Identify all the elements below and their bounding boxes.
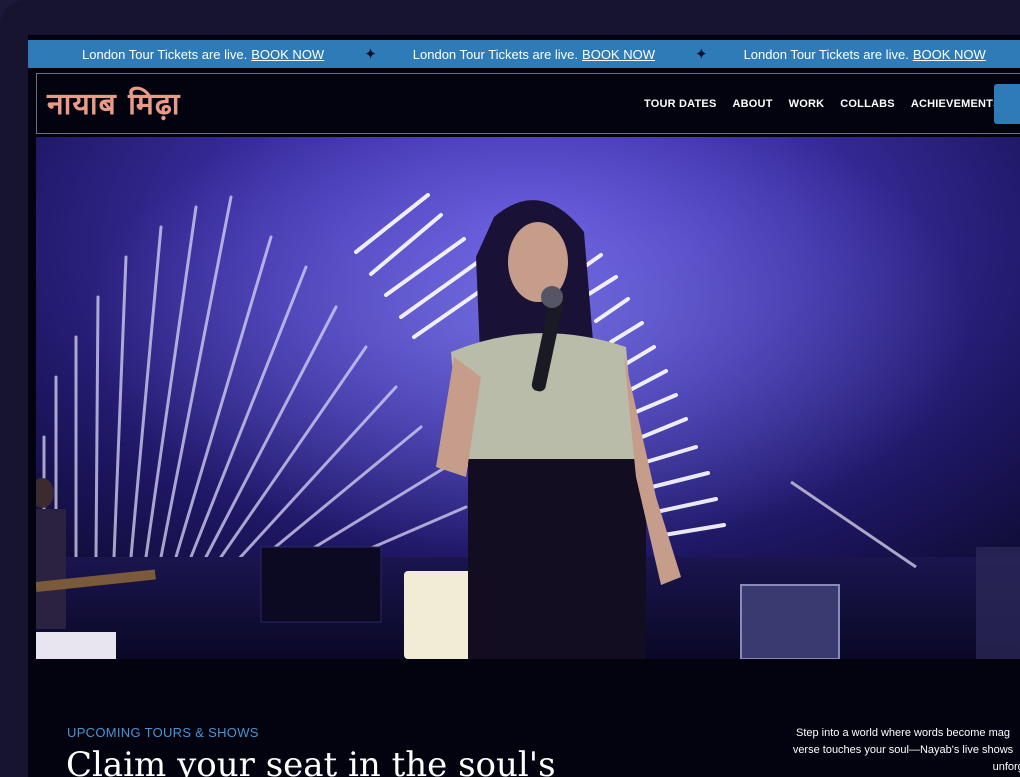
ticker-text: London Tour Tickets are live. bbox=[82, 46, 248, 62]
flight-case bbox=[740, 584, 840, 659]
book-now-link[interactable]: BOOK NOW bbox=[251, 47, 324, 62]
blurb-line: verse touches your soul—Nayab's live sho… bbox=[792, 744, 1014, 756]
nav-achievements[interactable]: ACHIEVEMENTS bbox=[911, 98, 1001, 110]
site-logo[interactable]: नायाब मिढ़ा bbox=[47, 82, 181, 123]
stage-monitor bbox=[260, 546, 382, 623]
blurb-line: unforgett bbox=[992, 761, 1020, 773]
ticker-text: London Tour Tickets are live. bbox=[412, 46, 579, 62]
nav-about[interactable]: ABOUT bbox=[733, 98, 773, 110]
ticker-item: London Tour Tickets are live. BOOK NOW ✦ bbox=[28, 45, 377, 63]
site-header: नायाब मिढ़ा TOUR DATES ABOUT WORK COLLAB… bbox=[36, 73, 1020, 134]
nav-tour-dates[interactable]: TOUR DATES bbox=[644, 98, 717, 110]
section-blurb: Step into a world where words become mag… bbox=[768, 725, 1020, 776]
ticker-item: London Tour Tickets are live. BOOK NOW ✦ bbox=[377, 45, 708, 63]
book-now-link[interactable]: BOOK NOW bbox=[913, 47, 986, 62]
hero-stage-photo bbox=[36, 137, 1020, 659]
ticker-text: London Tour Tickets are live. bbox=[743, 46, 909, 62]
section-eyebrow: UPCOMING TOURS & SHOWS bbox=[67, 725, 259, 740]
ticker-item: London Tour Tickets are live. BOOK NOW bbox=[708, 47, 986, 62]
nav-collabs[interactable]: COLLABS bbox=[840, 98, 895, 110]
browser-viewport: London Tour Tickets are live. BOOK NOW ✦… bbox=[28, 35, 1020, 777]
sparkle-star-icon: ✦ bbox=[364, 46, 377, 63]
nav-work[interactable]: WORK bbox=[789, 98, 825, 110]
blurb-line: Step into a world where words become mag bbox=[796, 727, 1010, 739]
main-nav: TOUR DATES ABOUT WORK COLLABS ACHIEVEMEN… bbox=[644, 74, 1017, 133]
sparkle-star-icon: ✦ bbox=[694, 46, 708, 63]
book-now-link[interactable]: BOOK NOW bbox=[582, 47, 655, 62]
header-cta-button[interactable] bbox=[994, 84, 1020, 124]
announcement-ticker: London Tour Tickets are live. BOOK NOW ✦… bbox=[28, 40, 1020, 68]
concert-stage-illustration bbox=[36, 137, 1020, 659]
section-headline: Claim your seat in the soul's bbox=[66, 745, 556, 777]
stage-stool bbox=[404, 571, 472, 659]
